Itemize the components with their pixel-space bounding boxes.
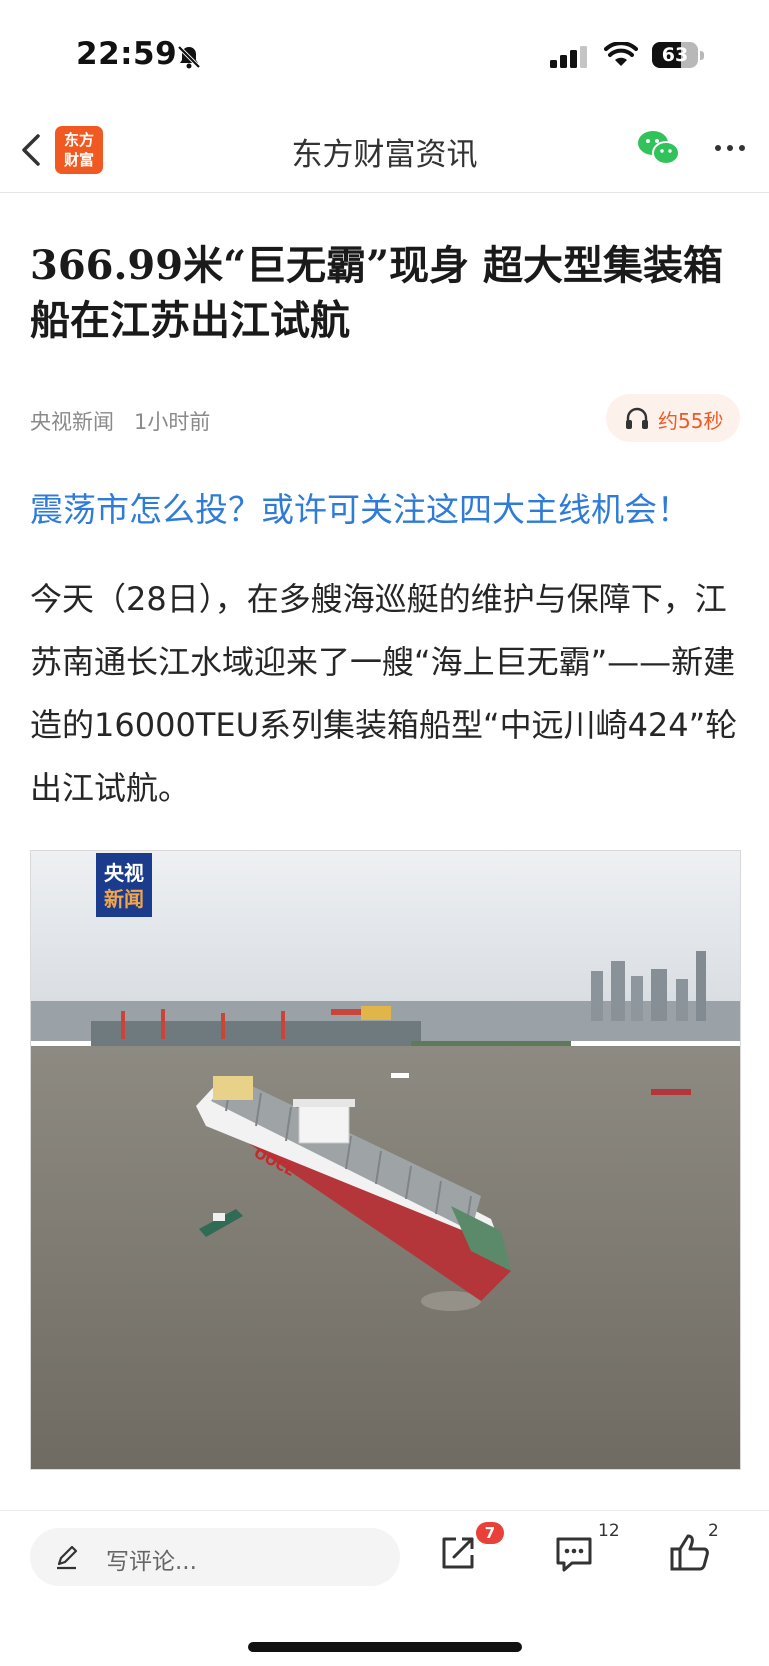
article-source[interactable]: 央视新闻 bbox=[30, 410, 114, 434]
bottom-action-bar: 写评论... 7 12 2 bbox=[0, 1510, 769, 1666]
comment-placeholder: 写评论... bbox=[106, 1549, 197, 1575]
audio-duration: 约55秒 bbox=[658, 409, 724, 433]
bell-muted-icon bbox=[177, 45, 201, 69]
share-icon[interactable] bbox=[436, 1531, 480, 1575]
nav-bar: 东方 财富 东方财富资讯 bbox=[0, 110, 769, 193]
more-icon[interactable] bbox=[710, 136, 750, 160]
comment-input[interactable]: 写评论... bbox=[30, 1528, 400, 1586]
badge-line-1: 央视 bbox=[104, 861, 144, 885]
article-image[interactable]: OOCL 央视 新闻 bbox=[30, 850, 741, 1470]
headphones-icon bbox=[626, 407, 648, 429]
article-time: 1小时前 bbox=[134, 410, 211, 434]
share-count-badge: 7 bbox=[476, 1522, 504, 1544]
thumbs-up-icon[interactable] bbox=[668, 1531, 712, 1575]
article-title: 366.99米“巨无霸”现身 超大型集装箱船在江苏出江试航 bbox=[30, 242, 724, 344]
comment-icon[interactable] bbox=[552, 1531, 596, 1575]
signal-icon bbox=[550, 46, 587, 68]
cctv-badge: 央视 新闻 bbox=[96, 853, 152, 917]
ship-photo: OOCL bbox=[31, 851, 740, 1469]
article-meta: 央视新闻 1小时前 bbox=[30, 406, 230, 436]
wechat-icon[interactable] bbox=[636, 128, 682, 168]
battery-percent: 63 bbox=[661, 44, 689, 66]
pencil-icon bbox=[57, 1545, 78, 1570]
article-paragraph: 今天（28日），在多艘海巡艇的维护与保障下，江苏南通长江水域迎来了一艘“海上巨无… bbox=[30, 580, 738, 807]
battery-indicator: 63 bbox=[652, 42, 698, 68]
status-bar: 22:59 63 bbox=[0, 0, 769, 110]
badge-line-2: 新闻 bbox=[104, 887, 144, 911]
comment-count: 12 bbox=[598, 1521, 620, 1541]
battery-cap bbox=[700, 51, 704, 60]
home-indicator[interactable] bbox=[248, 1642, 522, 1652]
audio-play-button[interactable]: 约55秒 bbox=[606, 394, 740, 442]
status-time: 22:59 bbox=[76, 36, 178, 72]
promo-link[interactable]: 震荡市怎么投？或许可关注这四大主线机会！ bbox=[30, 483, 690, 531]
wifi-icon bbox=[604, 42, 638, 66]
like-count: 2 bbox=[708, 1521, 719, 1541]
